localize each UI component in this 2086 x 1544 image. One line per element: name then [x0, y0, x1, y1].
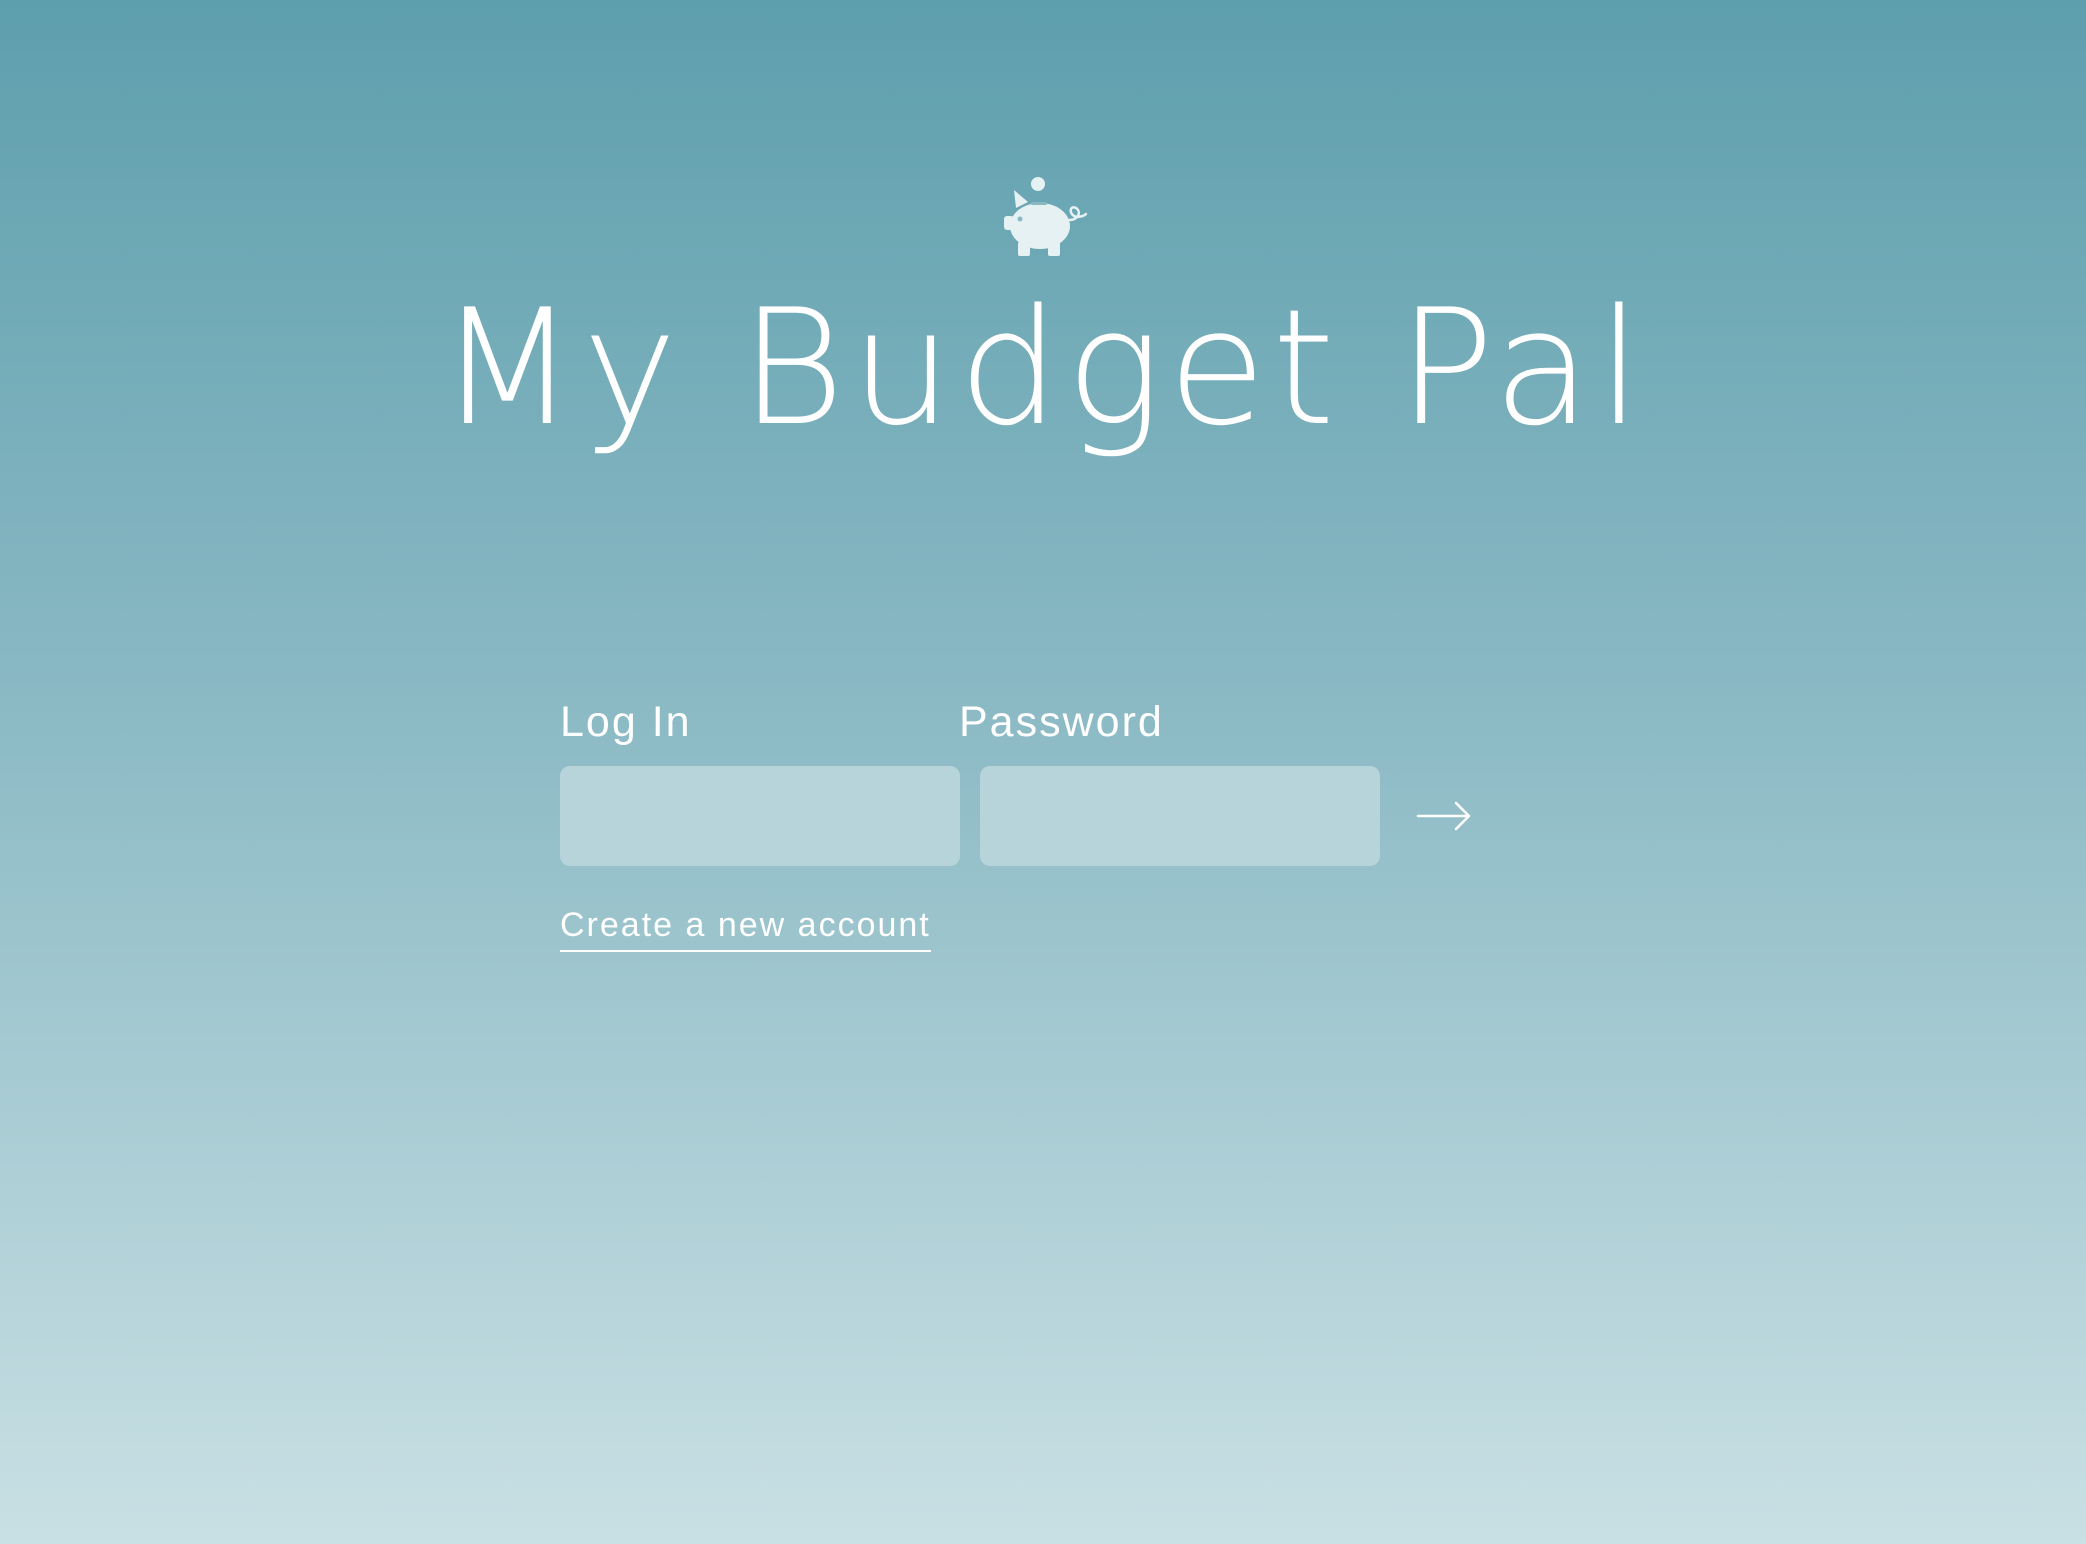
submit-button[interactable]: [1410, 786, 1480, 846]
login-label: Log In: [560, 698, 692, 746]
piggy-bank-icon: [998, 176, 1088, 258]
arrow-right-icon: [1410, 786, 1480, 846]
login-input[interactable]: [560, 766, 960, 866]
app-logo: [0, 176, 2086, 258]
password-input[interactable]: [980, 766, 1380, 866]
password-label: Password: [959, 698, 1164, 746]
app-title: My Budget Pal: [438, 274, 1648, 461]
create-account-link[interactable]: Create a new account: [560, 902, 931, 952]
